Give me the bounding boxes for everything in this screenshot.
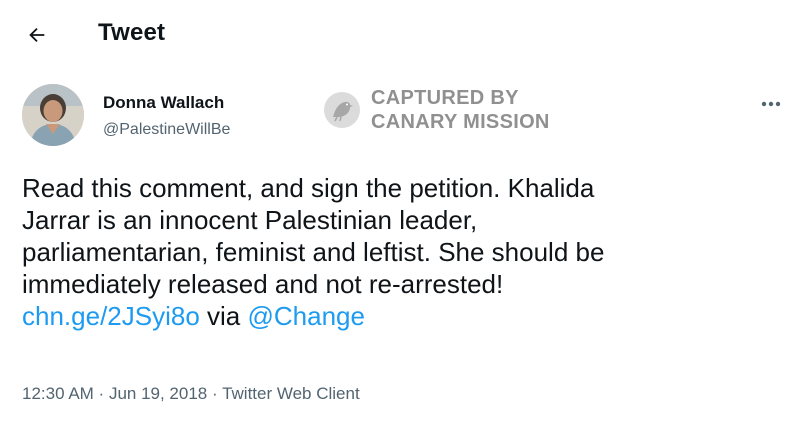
- tweet-line-5: chn.ge/2JSyi8o via @Change: [22, 300, 782, 332]
- mention-link[interactable]: @Change: [247, 301, 364, 331]
- tweet-page: Tweet Donna Wallach @PalestineWillBe CAP…: [0, 0, 800, 429]
- tweet-line-2: Jarrar is an innocent Palestinian leader…: [22, 205, 478, 235]
- avatar[interactable]: [22, 84, 84, 146]
- tweet-line-3: parliamentarian, feminist and leftist. S…: [22, 237, 605, 267]
- more-options-button[interactable]: [756, 92, 786, 116]
- tweet-line-1: Read this comment, and sign the petition…: [22, 173, 595, 203]
- user-avatar: [22, 84, 84, 146]
- author-name[interactable]: Donna Wallach: [103, 93, 224, 113]
- back-button[interactable]: [20, 18, 54, 52]
- tweet-time[interactable]: 12:30 AM: [22, 384, 94, 403]
- top-header: Tweet: [0, 0, 800, 68]
- canary-bird-icon: [324, 92, 360, 128]
- petition-link[interactable]: chn.ge/2JSyi8o: [22, 301, 200, 331]
- watermark-text: CAPTURED BY CANARY MISSION: [371, 86, 550, 134]
- tweet-date[interactable]: Jun 19, 2018: [109, 384, 207, 403]
- page-title: Tweet: [98, 19, 166, 46]
- tweet-line-4: immediately released and not re-arrested…: [22, 269, 504, 299]
- watermark-line-1: CAPTURED BY: [371, 87, 519, 109]
- arrow-left-icon: [29, 27, 45, 43]
- meta-separator: ·: [93, 384, 109, 403]
- tweet-meta: 12:30 AM · Jun 19, 2018 · Twitter Web Cl…: [22, 384, 360, 404]
- more-horizontal-icon: [761, 101, 781, 107]
- tweet-text: Read this comment, and sign the petition…: [22, 172, 782, 332]
- watermark: CAPTURED BY CANARY MISSION: [323, 84, 550, 136]
- watermark-line-2: CANARY MISSION: [371, 111, 550, 133]
- author-handle[interactable]: @PalestineWillBe: [103, 121, 230, 139]
- tweet-client[interactable]: Twitter Web Client: [222, 384, 360, 403]
- via-text: via: [199, 301, 248, 331]
- meta-separator-2: ·: [207, 384, 223, 403]
